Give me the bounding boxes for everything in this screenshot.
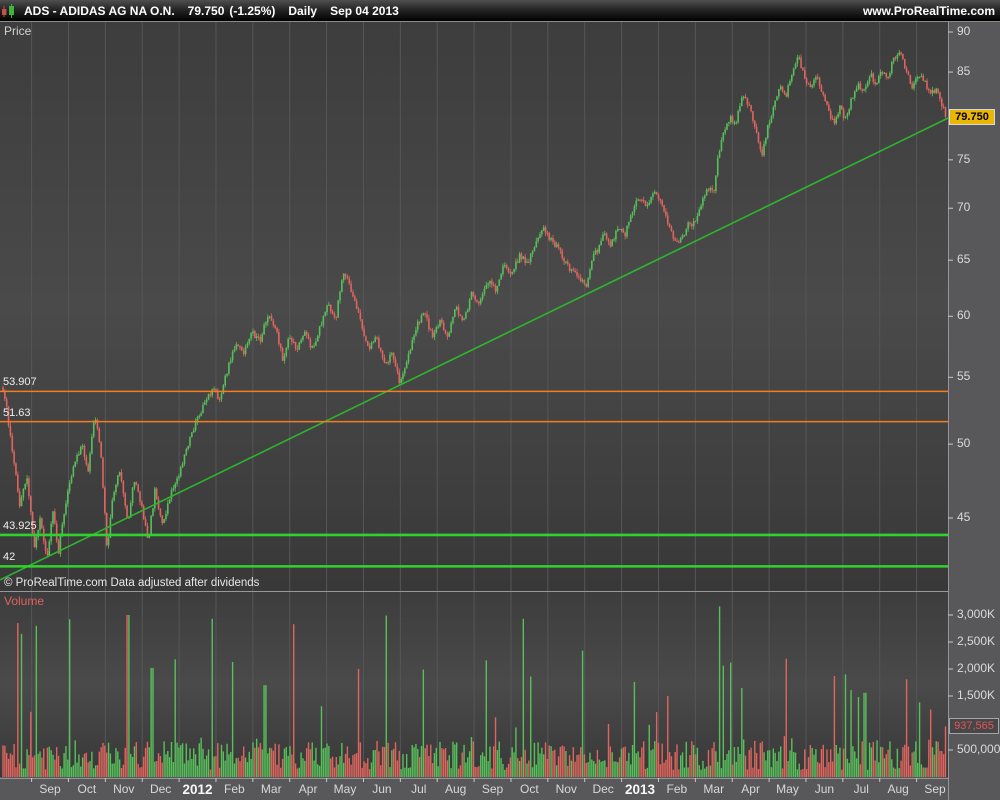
chart-canvas[interactable]: [0, 0, 1000, 800]
last-volume-badge: 937,565: [949, 718, 999, 735]
last-price-text: 79.750: [187, 3, 225, 18]
change-percent-text: (-1.25%): [229, 3, 276, 18]
proealtime-chart-window: 53.907 51.63 43.925 42 90 85 75 70 65 60 55 50 45 3,0…: [0, 0, 1000, 800]
copyright-note: © ProRealTime.com Data adjusted after di…: [4, 577, 260, 589]
candlestick-logo-icon: [2, 3, 14, 18]
volume-pane-title: Volume: [4, 594, 45, 608]
instrument-title: ADS - ADIDAS AG NA O.N.: [24, 3, 175, 18]
title-bar: ADS - ADIDAS AG NA O.N. 79.750 (-1.25%) …: [0, 0, 1000, 22]
website-link[interactable]: www.ProRealTime.com: [863, 4, 995, 18]
date-text: Sep 04 2013: [330, 3, 399, 18]
last-price-badge: 79.750: [949, 108, 995, 125]
timeframe-text: Daily: [288, 3, 318, 18]
price-pane-title: Price: [4, 24, 32, 38]
